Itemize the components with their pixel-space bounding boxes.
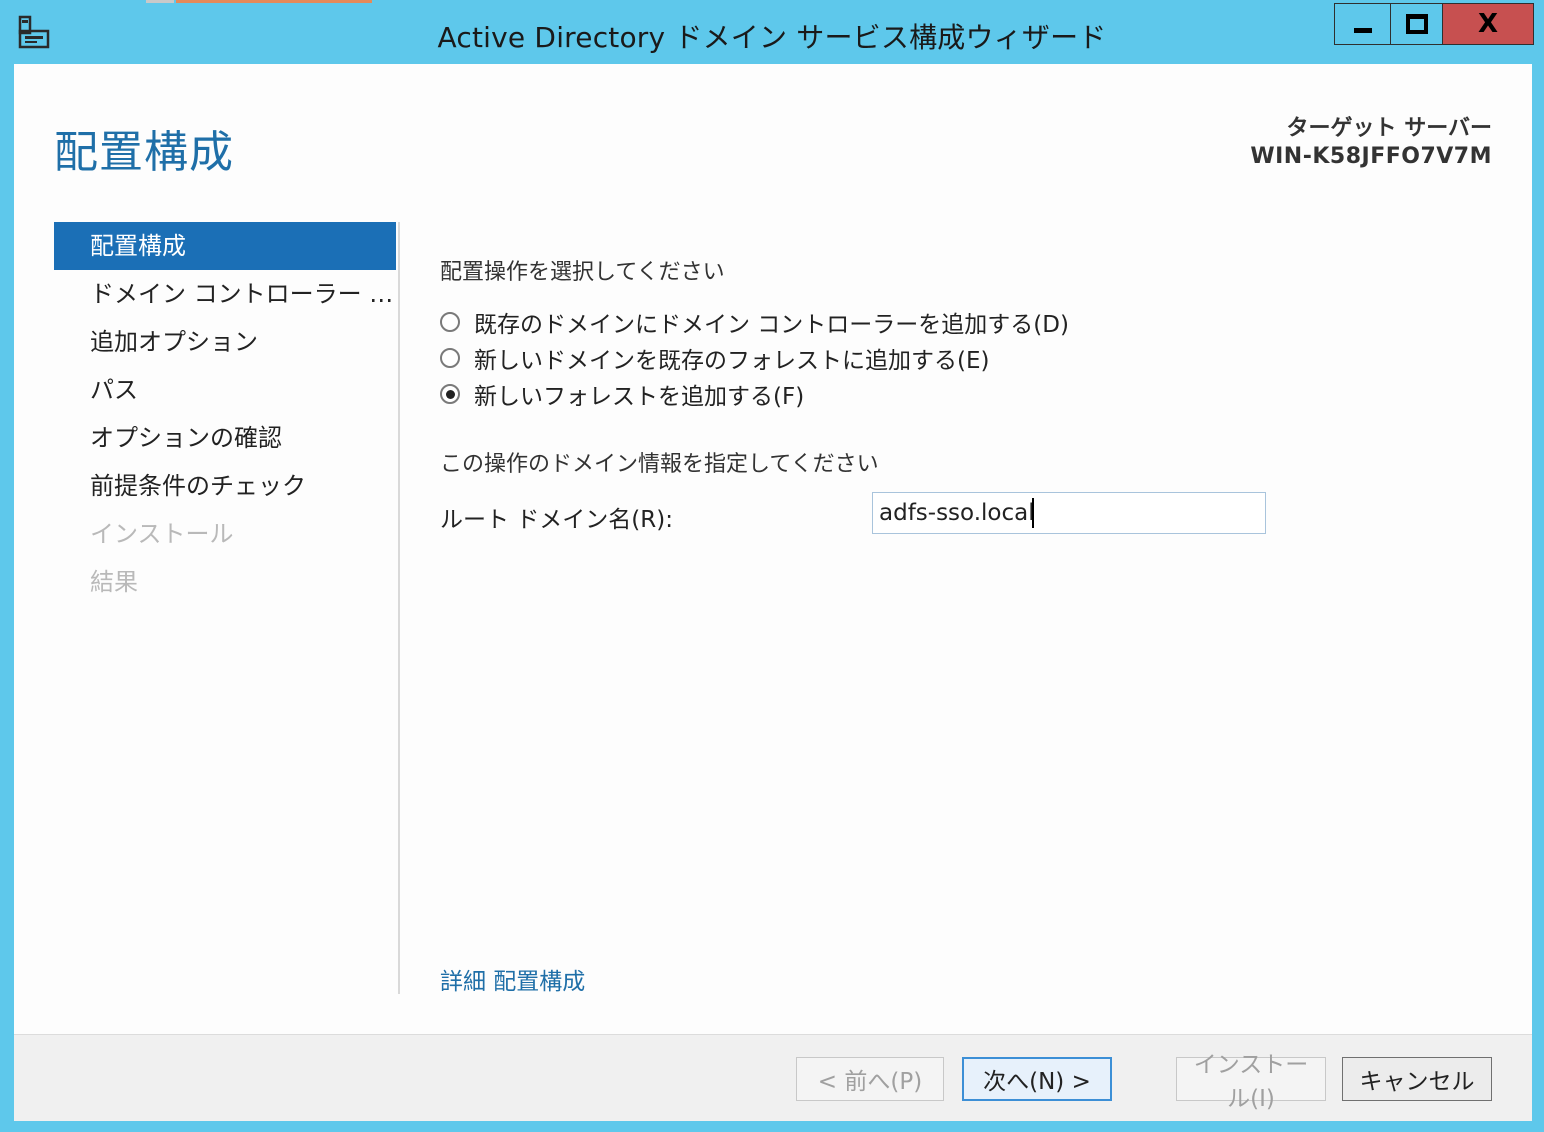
nav-item-installation: インストール bbox=[90, 520, 234, 548]
radio-label: 新しいドメインを既存のフォレストに追加する(E) bbox=[474, 348, 990, 374]
radio-add-domain-existing-forest[interactable]: 新しいドメインを既存のフォレストに追加する(E) bbox=[440, 340, 1500, 376]
minimize-icon bbox=[1353, 27, 1372, 33]
radio-button[interactable] bbox=[440, 312, 460, 332]
maximize-icon bbox=[1405, 14, 1428, 34]
root-domain-input[interactable] bbox=[872, 492, 1266, 534]
wizard-client-area: 配置構成 ターゲット サーバー WIN-K58JFFO7V7M 配置構成 ドメイ… bbox=[14, 64, 1532, 1121]
root-domain-label: ルート ドメイン名(R): bbox=[440, 507, 673, 533]
maximize-button[interactable] bbox=[1390, 3, 1442, 45]
radio-add-new-forest[interactable]: 新しいフォレストを追加する(F) bbox=[440, 376, 1500, 412]
previous-button[interactable]: < 前へ(P) bbox=[796, 1057, 944, 1101]
nav-divider bbox=[398, 222, 400, 994]
radio-label: 既存のドメインにドメイン コントローラーを追加する(D) bbox=[474, 312, 1069, 338]
wizard-window: Active Directory ドメイン サービス構成ウィザード X 配置構成… bbox=[0, 0, 1544, 1132]
taskbar-tab-hint bbox=[146, 0, 174, 3]
radio-add-dc-existing-domain[interactable]: 既存のドメインにドメイン コントローラーを追加する(D) bbox=[440, 304, 1500, 340]
radio-label: 新しいフォレストを追加する(F) bbox=[474, 384, 805, 410]
window-title: Active Directory ドメイン サービス構成ウィザード bbox=[437, 21, 1107, 54]
cancel-button[interactable]: キャンセル bbox=[1342, 1057, 1492, 1101]
nav-item-paths[interactable]: パス bbox=[54, 366, 396, 414]
nav-item-prerequisites-check[interactable]: 前提条件のチェック bbox=[54, 462, 396, 510]
main-content: 配置操作を選択してください 既存のドメインにドメイン コントローラーを追加する(… bbox=[440, 254, 1500, 538]
close-icon: X bbox=[1477, 9, 1499, 39]
title-bar[interactable]: Active Directory ドメイン サービス構成ウィザード X bbox=[0, 0, 1544, 62]
more-deployment-config-link[interactable]: 詳細 配置構成 bbox=[440, 962, 585, 996]
close-button[interactable]: X bbox=[1442, 3, 1534, 45]
caption-buttons: X bbox=[1334, 3, 1534, 45]
nav-item-dc-options[interactable]: ドメイン コントローラー オプ… bbox=[54, 270, 396, 318]
text-caret bbox=[1032, 498, 1034, 528]
nav-item-results: 結果 bbox=[90, 568, 138, 596]
radio-selected-dot bbox=[445, 389, 455, 399]
domain-info-label: この操作のドメイン情報を指定してください bbox=[440, 452, 879, 477]
target-server-caption: ターゲット サーバー bbox=[1286, 116, 1492, 141]
taskbar-tab-hint-active bbox=[176, 0, 372, 3]
nav-item-deployment-config[interactable]: 配置構成 bbox=[54, 222, 396, 270]
install-button[interactable]: インストール(I) bbox=[1176, 1052, 1326, 1112]
radio-button[interactable] bbox=[440, 348, 460, 368]
minimize-button[interactable] bbox=[1334, 3, 1390, 45]
nav-item-additional-options[interactable]: 追加オプション bbox=[54, 318, 396, 366]
next-button[interactable]: 次へ(N) > bbox=[962, 1057, 1112, 1101]
radio-button-selected[interactable] bbox=[440, 384, 460, 404]
root-domain-row: ルート ドメイン名(R): bbox=[440, 492, 1500, 538]
select-operation-label: 配置操作を選択してください bbox=[440, 260, 725, 285]
wizard-footer: < 前へ(P) 次へ(N) > インストール(I) キャンセル bbox=[14, 1034, 1532, 1121]
page-title: 配置構成 bbox=[54, 127, 234, 178]
target-server-name: WIN-K58JFFO7V7M bbox=[1250, 144, 1492, 169]
nav-item-review-options[interactable]: オプションの確認 bbox=[54, 414, 396, 462]
wizard-step-nav: 配置構成 ドメイン コントローラー オプ… 追加オプション パス オプションの確… bbox=[54, 222, 396, 606]
